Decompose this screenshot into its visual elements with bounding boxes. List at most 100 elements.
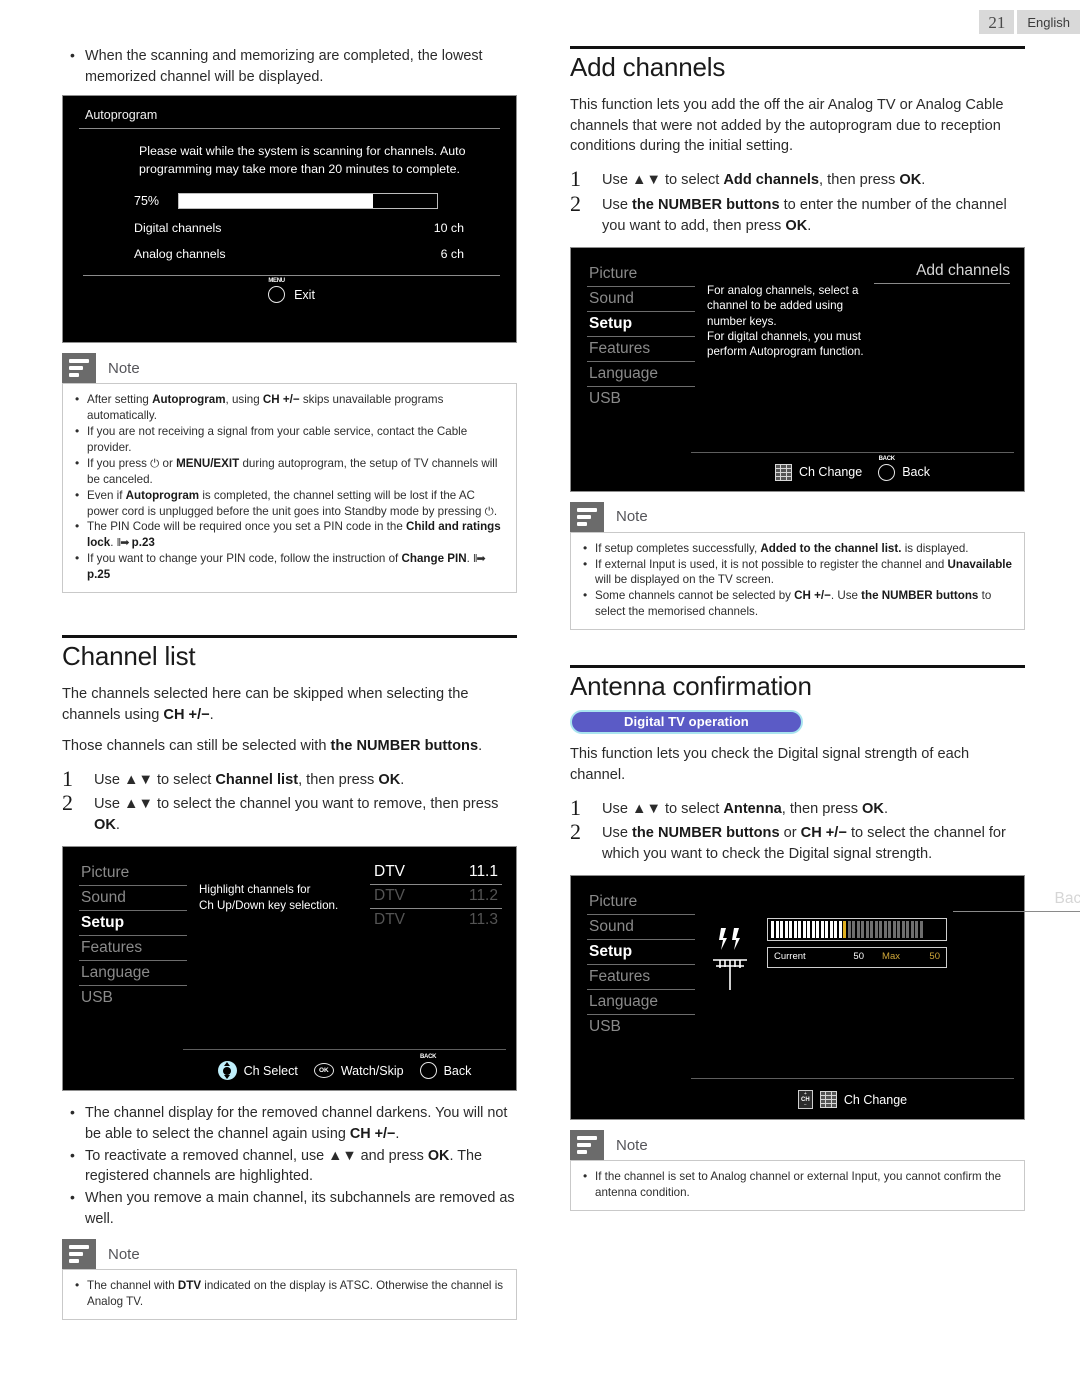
footer-back[interactable]: BACK Back xyxy=(878,456,930,481)
dpad-icon xyxy=(217,1061,237,1081)
signal-segment xyxy=(825,921,828,939)
table-row[interactable]: DTV 11.3 xyxy=(370,909,502,932)
note-label: Note xyxy=(108,359,140,377)
step-number: 1 xyxy=(570,166,581,192)
step-text: Use ▲▼ to select the channel you want to… xyxy=(94,796,499,834)
footer-ch-select[interactable]: Ch Select xyxy=(217,1061,298,1081)
list-item: The channel display for the removed chan… xyxy=(62,1102,517,1144)
page-number: 21 xyxy=(979,10,1015,34)
signal-segment xyxy=(838,921,842,939)
signal-bar xyxy=(767,918,947,942)
signal-segment xyxy=(816,921,819,939)
list-item: If you press ⏻ or MENU/EXIT during autop… xyxy=(69,455,506,488)
sidebar-item-picture[interactable]: Picture xyxy=(587,262,695,287)
sidebar-item-sound[interactable]: Sound xyxy=(587,287,695,312)
sidebar-item-language[interactable]: Language xyxy=(79,961,187,987)
back-button-icon: BACK xyxy=(878,456,896,481)
list-item: If the channel is set to Analog channel … xyxy=(577,1168,1014,1201)
antenna-confirmation-section: Antenna confirmation Digital TV operatio… xyxy=(570,665,1080,1211)
note-body: If the channel is set to Analog channel … xyxy=(570,1160,1025,1211)
signal-segment xyxy=(870,921,873,939)
step-text: Use the NUMBER buttons to enter the numb… xyxy=(602,197,1007,234)
left-column: When the scanning and memorizing are com… xyxy=(62,45,517,1321)
note-list: The channel with DTV indicated on the di… xyxy=(69,1277,506,1310)
sidebar-item-usb[interactable]: USB xyxy=(79,986,187,1010)
signal-segment xyxy=(852,921,855,939)
footer-ch-change[interactable]: Ch Change xyxy=(774,463,862,481)
sidebar-item-features[interactable]: Features xyxy=(587,965,695,991)
footer-watch-skip[interactable]: OK Watch/Skip xyxy=(313,1063,404,1079)
note-body: The channel with DTV indicated on the di… xyxy=(62,1269,517,1321)
note-box-autoprogram: Note After setting Autoprogram, using CH… xyxy=(62,353,517,594)
footer-ch-change[interactable]: + CH − Ch Change xyxy=(797,1090,907,1110)
channel-type: DTV xyxy=(374,863,405,881)
panel-header-back: Back xyxy=(953,890,1080,913)
table-row[interactable]: DTV 11.2 xyxy=(370,885,502,910)
current-label: Current xyxy=(774,951,806,963)
section-divider xyxy=(570,665,1025,669)
signal-readout: Current 50 Max 50 xyxy=(767,947,947,968)
tv-menu-sidebar: Picture Sound Setup Features Language US… xyxy=(63,861,187,1090)
note-list: If the channel is set to Analog channel … xyxy=(577,1168,1014,1201)
footer-label: Watch/Skip xyxy=(340,1063,404,1078)
progress-track xyxy=(178,193,438,210)
sidebar-item-usb[interactable]: USB xyxy=(587,387,695,411)
menu-button-icon[interactable]: MENU xyxy=(268,278,285,304)
list-item: If you are not receiving a signal from y… xyxy=(69,423,506,456)
sidebar-item-setup[interactable]: Setup xyxy=(587,312,695,337)
right-column: Add channels This function lets you add … xyxy=(570,46,1080,1211)
signal-segment xyxy=(865,921,869,939)
panel-header-add-channels: Add channels xyxy=(874,262,1010,284)
menu-button-cap: MENU xyxy=(268,278,285,285)
sidebar-item-picture[interactable]: Picture xyxy=(79,861,187,887)
step-2: 2 Use the NUMBER buttons or CH +/− to se… xyxy=(570,820,1025,865)
note-header: Note xyxy=(62,1239,517,1270)
channel-list-tv-menu: Picture Sound Setup Features Language US… xyxy=(62,846,517,1092)
sidebar-item-setup[interactable]: Setup xyxy=(79,911,187,937)
sidebar-item-picture[interactable]: Picture xyxy=(587,890,695,916)
note-icon xyxy=(62,1239,96,1270)
section-divider xyxy=(570,46,1025,49)
sidebar-item-sound[interactable]: Sound xyxy=(587,915,695,941)
sidebar-item-language[interactable]: Language xyxy=(587,990,695,1016)
autoprogram-title: Autoprogram xyxy=(79,108,500,130)
signal-segment xyxy=(834,921,837,939)
signal-segment xyxy=(802,921,806,939)
signal-segment xyxy=(897,921,900,939)
note-label: Note xyxy=(108,1245,140,1263)
channel-list-paragraph-1: The channels selected here can be skippe… xyxy=(62,686,469,724)
back-button-icon: BACK xyxy=(419,1054,437,1080)
add-channels-paragraph: This function lets you add the off the a… xyxy=(570,97,1004,155)
digital-channels-row: Digital channels 10 ch xyxy=(134,221,464,235)
channel-number: 11.1 xyxy=(468,863,498,881)
signal-segment xyxy=(901,921,905,939)
footer-back[interactable]: BACK Back xyxy=(419,1054,471,1080)
sidebar-item-features[interactable]: Features xyxy=(79,936,187,962)
status-badge-digital-tv: Digital TV operation xyxy=(570,710,803,735)
note-box-add-channels: Note If setup completes successfully, Ad… xyxy=(570,501,1025,631)
step-text: Use the NUMBER buttons or CH +/− to sele… xyxy=(602,825,1006,863)
analog-channels-label: Analog channels xyxy=(134,247,226,262)
channel-list: DTV 11.1 DTV 11.2 DTV 11.3 xyxy=(366,861,502,932)
sidebar-item-usb[interactable]: USB xyxy=(587,1015,695,1039)
table-row[interactable]: DTV 11.1 xyxy=(370,861,502,886)
signal-segment xyxy=(820,921,824,939)
note-label: Note xyxy=(616,1136,648,1154)
step-text: Use ▲▼ to select Antenna, then press OK. xyxy=(602,800,888,817)
list-item: The PIN Code will be required once you s… xyxy=(69,518,506,551)
signal-segment xyxy=(771,921,774,939)
max-value: 50 xyxy=(929,951,940,963)
list-item: When you remove a main channel, its subc… xyxy=(62,1187,517,1229)
signal-strength-widget: Current 50 Max 50 xyxy=(767,918,947,968)
sidebar-item-sound[interactable]: Sound xyxy=(79,886,187,912)
note-list: After setting Autoprogram, using CH +/− … xyxy=(69,391,506,583)
note-label: Note xyxy=(616,508,648,526)
max-label: Max xyxy=(882,951,900,963)
footer-label: Ch Select xyxy=(243,1063,298,1078)
digital-channels-label: Digital channels xyxy=(134,221,222,236)
antenna-steps: 1 Use ▲▼ to select Antenna, then press O… xyxy=(570,795,1025,866)
sidebar-item-features[interactable]: Features xyxy=(587,337,695,362)
signal-segment xyxy=(807,921,810,939)
sidebar-item-setup[interactable]: Setup xyxy=(587,940,695,966)
sidebar-item-language[interactable]: Language xyxy=(587,362,695,387)
